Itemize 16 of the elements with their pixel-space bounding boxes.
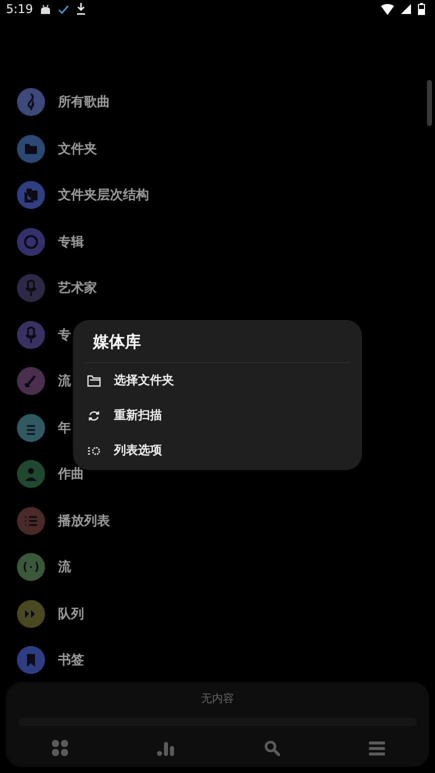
item-label: 所有歌曲 [58, 94, 110, 112]
item-label: 文件夹层次结构 [58, 186, 149, 204]
item-label: 流 [58, 558, 71, 576]
item-label: 文件夹 [58, 140, 97, 158]
empty-message: 无内容 [200, 691, 235, 706]
item-label: 艺术家 [58, 280, 97, 298]
item-label: 书签 [58, 652, 84, 670]
item-label: 专 [58, 326, 71, 344]
item-label: 播放列表 [58, 512, 110, 530]
item-label: 专辑 [58, 234, 84, 251]
menu-title: 媒体库 [92, 331, 142, 353]
item-label: 流 [58, 372, 71, 390]
item-label: 队列 [58, 606, 84, 623]
status-time: 5:19 [6, 2, 33, 16]
item-label: 作曲 [58, 466, 84, 484]
item-label: 年 [58, 420, 71, 437]
